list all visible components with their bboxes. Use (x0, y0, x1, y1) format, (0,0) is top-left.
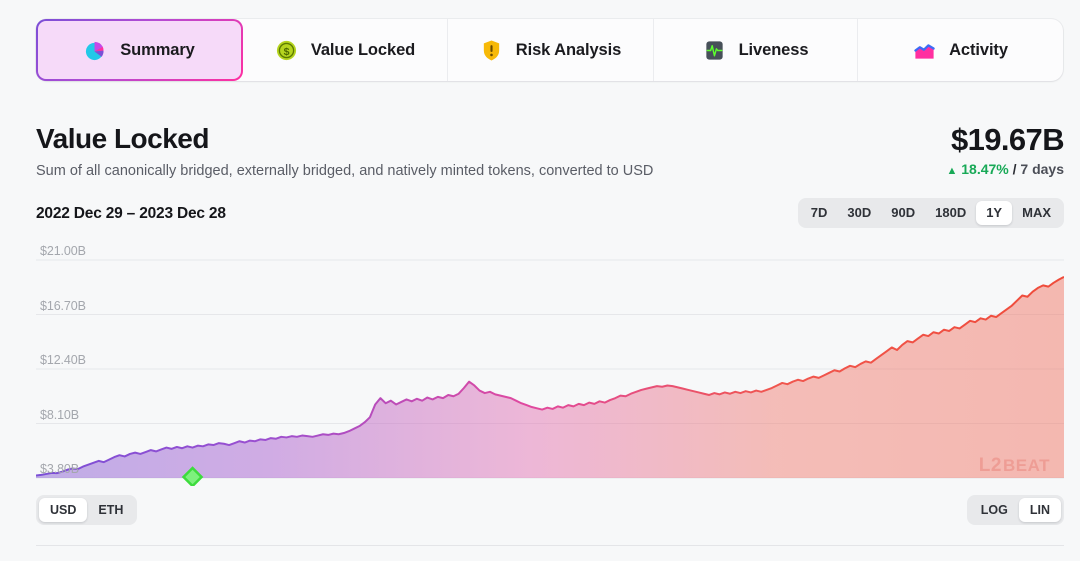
trend-up-icon: ▲ (946, 165, 958, 177)
range-row: 2022 Dec 29 – 2023 Dec 28 7D 30D 90D 180D 1Y… (36, 198, 1064, 228)
tab-bar: Summary $ Value Locked Risk Analysis Livenes… (36, 19, 1063, 81)
page-subtitle: Sum of all canonically bridged, external… (36, 163, 654, 179)
currency-toggle[interactable]: USD ETH (36, 495, 138, 525)
y-axis-label: $3.80B (40, 462, 80, 476)
y-axis-label: $16.70B (40, 298, 86, 313)
range-option-180d[interactable]: 180D (925, 201, 976, 225)
page-title: Value Locked (36, 123, 209, 154)
l2beat-watermark: L2 BEAT (979, 455, 1050, 477)
section-divider (36, 545, 1064, 546)
range-option-max[interactable]: MAX (1012, 201, 1061, 225)
y-axis-label: $12.40B (40, 353, 86, 367)
time-range-selector[interactable]: 7D 30D 90D 180D 1Y MAX (797, 198, 1064, 228)
svg-text:$: $ (283, 45, 289, 57)
y-axis-label: $8.10B (40, 407, 80, 422)
range-option-30d[interactable]: 30D (837, 201, 881, 225)
shield-warning-icon (480, 39, 503, 62)
scale-option-log[interactable]: LOG (970, 498, 1019, 522)
tab-liveness[interactable]: Liveness (654, 19, 858, 81)
watermark-rest: BEAT (1002, 456, 1050, 475)
tab-value-locked[interactable]: $ Value Locked (243, 19, 448, 81)
tab-label: Activity (949, 40, 1008, 59)
heartbeat-icon (703, 39, 726, 62)
range-option-90d[interactable]: 90D (881, 201, 925, 225)
tab-label: Value Locked (310, 40, 416, 59)
metric-change: ▲ 18.47% / 7 days (946, 161, 1064, 177)
currency-option-eth[interactable]: ETH (87, 498, 134, 522)
metric-value: $19.67B (950, 122, 1065, 157)
metric-summary: $19.67B ▲ 18.47% / 7 days (946, 122, 1064, 177)
range-option-1y[interactable]: 1Y (976, 201, 1013, 225)
tab-activity[interactable]: Activity (858, 19, 1063, 81)
watermark-lead: L2 (978, 455, 1002, 476)
change-percent: 18.47% (961, 161, 1009, 177)
tab-summary[interactable]: Summary (36, 19, 243, 81)
tab-label: Liveness (738, 40, 809, 59)
tab-risk-analysis[interactable]: Risk Analysis (448, 19, 654, 81)
change-period: 7 days (1020, 161, 1064, 177)
pie-chart-icon (84, 39, 107, 62)
tab-label: Risk Analysis (515, 40, 622, 59)
area-chart-icon (913, 39, 936, 62)
range-option-7d[interactable]: 7D (801, 201, 838, 225)
tab-label: Summary (120, 40, 195, 59)
scale-toggle[interactable]: LOG LIN (966, 495, 1064, 525)
y-axis-label: $21.00B (40, 244, 86, 258)
change-separator: / (1012, 161, 1017, 177)
currency-option-usd[interactable]: USD (39, 498, 88, 522)
dollar-coin-icon: $ (275, 39, 298, 62)
scale-option-lin[interactable]: LIN (1018, 498, 1061, 522)
chart-controls: USD ETH LOG LIN (36, 495, 1064, 525)
chart-canvas[interactable] (36, 238, 1064, 486)
metric-header: Value Locked Sum of all canonically brid… (36, 122, 1065, 181)
value-locked-chart[interactable]: L2 BEAT $21.00B $16.70B $12.40B $8.10B $3.80… (36, 238, 1064, 486)
